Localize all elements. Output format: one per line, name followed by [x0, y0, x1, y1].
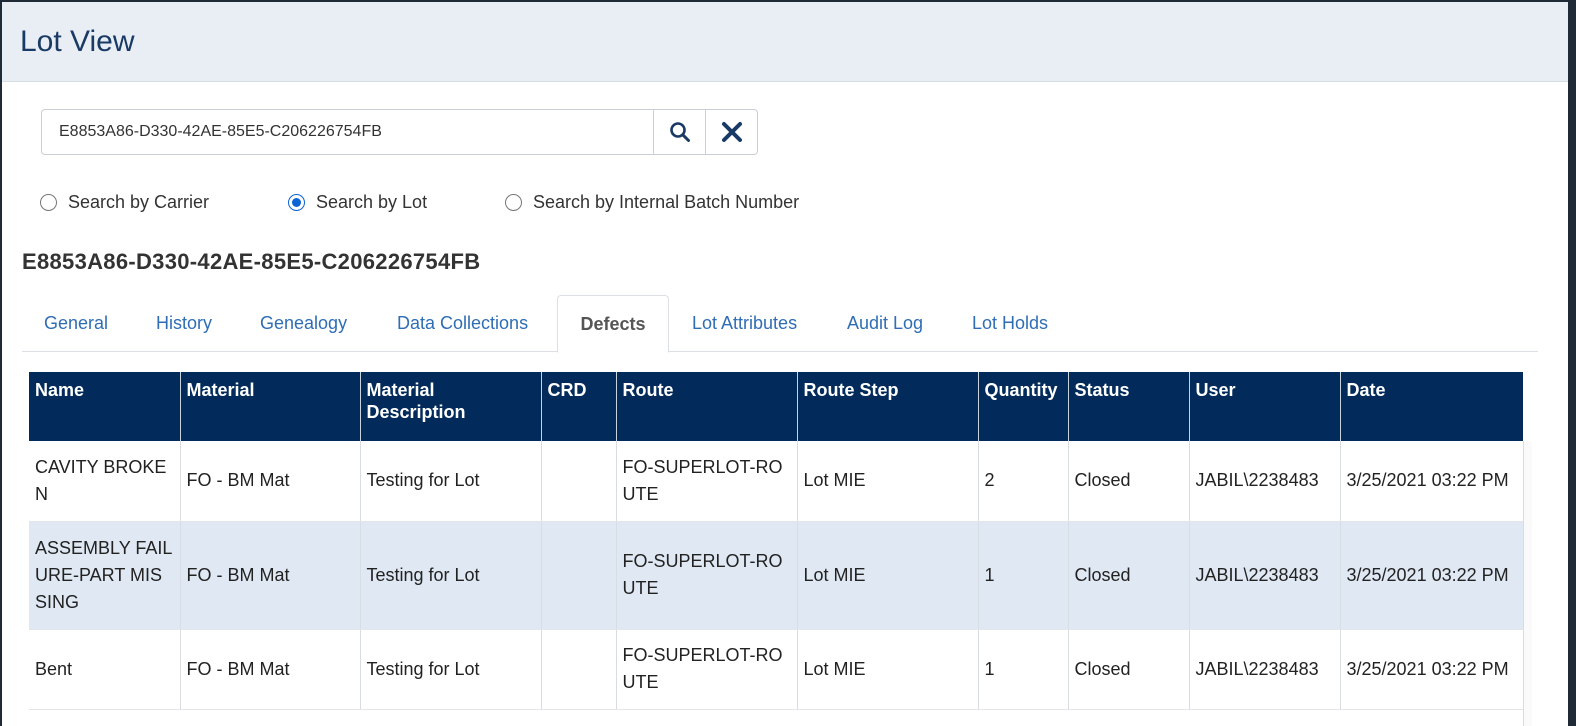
column-header[interactable]: Status — [1068, 372, 1190, 441]
table-cell: 1 — [978, 521, 1069, 630]
table-row[interactable]: Bent FO - BM Mat Testing for Lot FO-SUPE… — [29, 629, 1524, 710]
page-header: Lot View — [2, 2, 1568, 82]
radio-selected-dot — [292, 198, 301, 207]
tab-data-collections[interactable]: Data Collections — [397, 295, 528, 352]
table-cell: Closed — [1068, 521, 1190, 630]
table-row[interactable]: CAVITY BROKEN FO - BM Mat Testing for Lo… — [29, 441, 1524, 522]
table-cell: Lot MIE — [797, 441, 979, 522]
table-cell: FO-SUPERLOT-ROUTE — [616, 441, 798, 522]
close-icon — [721, 122, 742, 142]
table-cell: ASSEMBLY FAILURE-PART MISSING — [29, 521, 181, 630]
column-header[interactable]: CRD — [541, 372, 617, 441]
lot-id-heading: E8853A86-D330-42AE-85E5-C206226754FB — [22, 249, 481, 274]
radio-button[interactable] — [288, 194, 305, 211]
table-header-row: Name Material Material Description CRD R… — [29, 372, 1523, 441]
search-icon — [669, 122, 690, 142]
clear-button[interactable] — [706, 109, 758, 155]
defects-table-container: Name Material Material Description CRD R… — [29, 372, 1532, 726]
table-cell: 3/25/2021 03:22 PM — [1340, 521, 1524, 630]
column-header[interactable]: Material — [180, 372, 361, 441]
table-cell: 1 — [978, 629, 1069, 710]
table-cell: Bent — [29, 629, 181, 710]
tab-history[interactable]: History — [156, 295, 212, 352]
table-cell: Lot MIE — [797, 629, 979, 710]
table-cell: Testing for Lot — [360, 629, 542, 710]
table-cell: Testing for Lot — [360, 521, 542, 630]
radio-search-by-lot[interactable]: Search by Lot — [288, 192, 427, 213]
table-cell: FO-SUPERLOT-ROUTE — [616, 629, 798, 710]
table-cell: FO - BM Mat — [180, 521, 361, 630]
table-cell — [541, 441, 617, 522]
table-cell: JABIL\2238483 — [1189, 629, 1341, 710]
table-cell: 3/25/2021 03:22 PM — [1340, 629, 1524, 710]
table-cell — [541, 629, 617, 710]
table-cell: Lot MIE — [797, 521, 979, 630]
table-row[interactable]: ASSEMBLY FAILURE-PART MISSING FO - BM Ma… — [29, 521, 1524, 630]
tab-bar: General History Genealogy Data Collectio… — [22, 295, 1538, 353]
table-cell: 2 — [978, 441, 1069, 522]
radio-button[interactable] — [40, 194, 57, 211]
table-cell: Testing for Lot — [360, 441, 542, 522]
table-cell: JABIL\2238483 — [1189, 441, 1341, 522]
table-cell — [541, 521, 617, 630]
page-title: Lot View — [20, 24, 135, 58]
column-header[interactable]: User — [1189, 372, 1341, 441]
radio-label: Search by Carrier — [68, 192, 210, 212]
table-scrollbar[interactable] — [1523, 442, 1532, 726]
radio-label: Search by Lot — [316, 192, 428, 212]
radio-search-by-carrier[interactable]: Search by Carrier — [40, 192, 209, 213]
tab-lot-attributes[interactable]: Lot Attributes — [692, 295, 797, 352]
column-header[interactable]: Route — [616, 372, 798, 441]
search-input[interactable] — [41, 109, 654, 155]
table-cell: Closed — [1068, 441, 1190, 522]
defects-table: Name Material Material Description CRD R… — [29, 372, 1524, 710]
radio-button[interactable] — [505, 194, 522, 211]
column-header[interactable]: Quantity — [978, 372, 1069, 441]
column-header[interactable]: Name — [29, 372, 181, 441]
table-cell: FO - BM Mat — [180, 441, 361, 522]
table-cell: FO-SUPERLOT-ROUTE — [616, 521, 798, 630]
tab-audit-log[interactable]: Audit Log — [847, 295, 923, 352]
table-cell: CAVITY BROKEN — [29, 441, 181, 522]
column-header[interactable]: Material Description — [360, 372, 542, 441]
radio-label: Search by Internal Batch Number — [533, 192, 800, 212]
lot-view-window: Lot View Search by Carrier Search by Lot — [2, 2, 1568, 726]
table-cell: 3/25/2021 03:22 PM — [1340, 441, 1524, 522]
table-cell: JABIL\2238483 — [1189, 521, 1341, 630]
search-button[interactable] — [654, 109, 706, 155]
tab-general[interactable]: General — [44, 295, 108, 352]
table-cell: FO - BM Mat — [180, 629, 361, 710]
column-header[interactable]: Route Step — [797, 372, 979, 441]
tab-genealogy[interactable]: Genealogy — [260, 295, 347, 352]
tab-defects[interactable]: Defects — [557, 295, 669, 353]
table-cell: Closed — [1068, 629, 1190, 710]
search-bar — [41, 109, 758, 155]
radio-search-by-internal-batch[interactable]: Search by Internal Batch Number — [505, 192, 799, 213]
column-header[interactable]: Date — [1340, 372, 1523, 441]
tab-lot-holds[interactable]: Lot Holds — [972, 295, 1048, 352]
